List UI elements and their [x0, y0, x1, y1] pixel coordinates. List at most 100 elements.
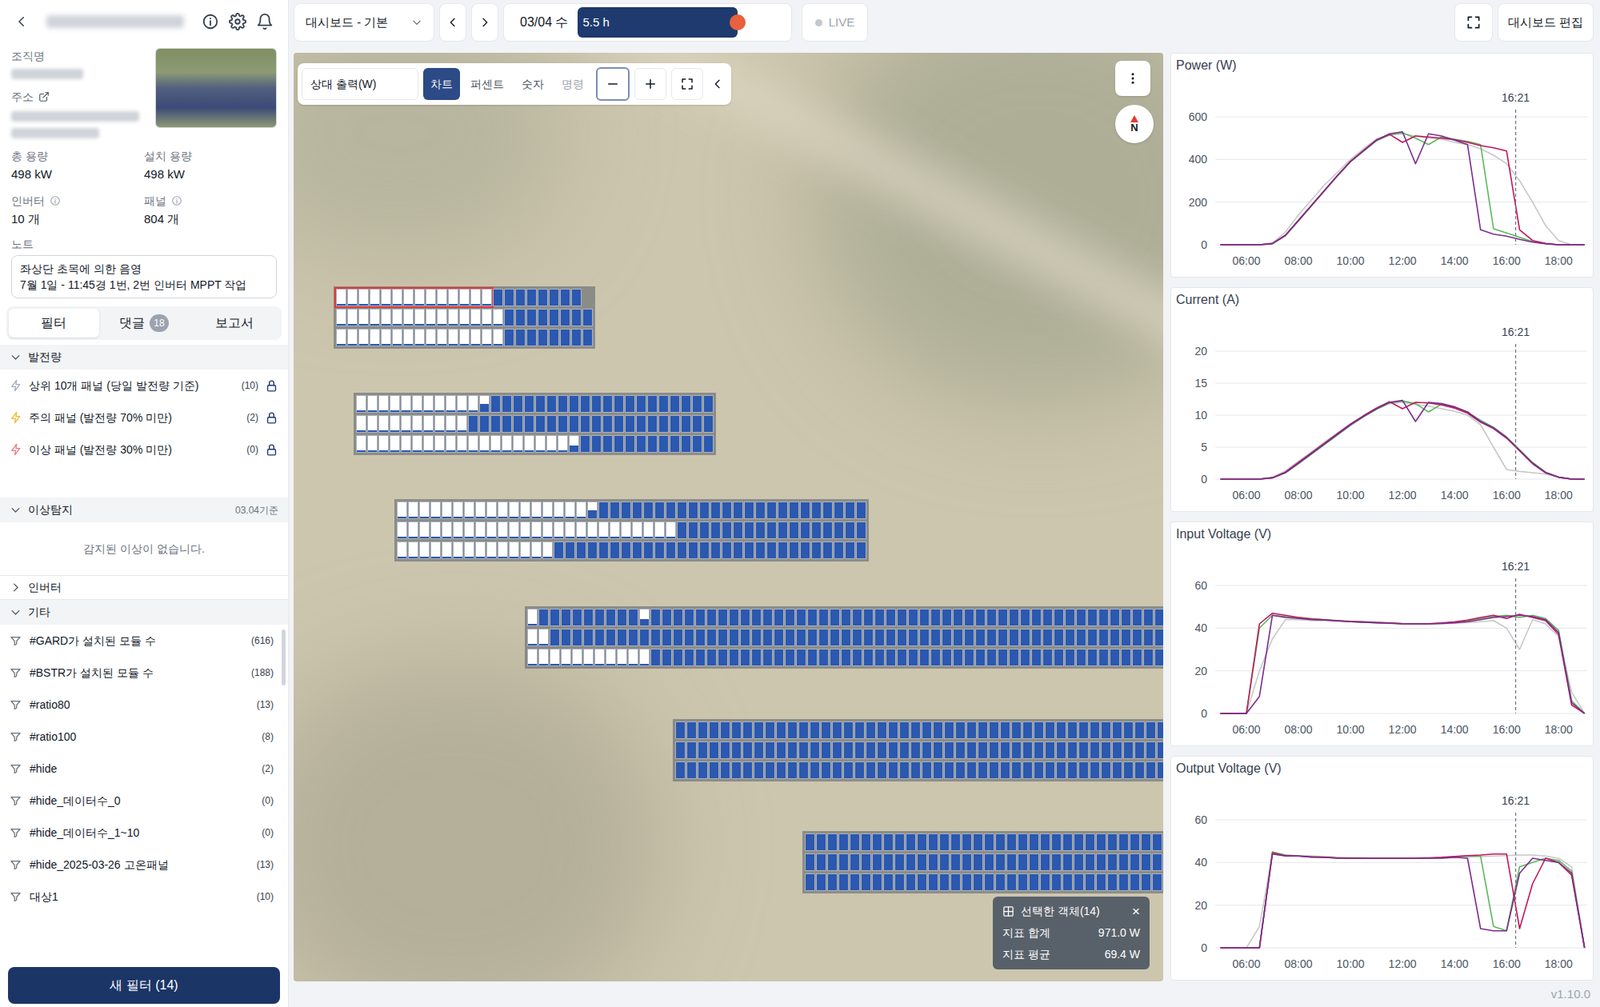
panel-module[interactable]	[580, 395, 591, 413]
panel-module[interactable]	[571, 288, 582, 307]
panel-module[interactable]	[1033, 761, 1044, 780]
panel-segment[interactable]	[396, 501, 587, 520]
panel-module[interactable]	[1123, 721, 1134, 740]
panel-module[interactable]	[833, 541, 844, 560]
panel-module[interactable]	[740, 648, 751, 667]
panel-module[interactable]	[400, 415, 412, 433]
panel-segment[interactable]	[468, 415, 714, 433]
panel-module[interactable]	[833, 501, 844, 520]
panel-module[interactable]	[560, 288, 571, 307]
panel-module[interactable]	[1062, 833, 1073, 852]
panel-module[interactable]	[628, 628, 639, 647]
panel-module[interactable]	[524, 435, 535, 453]
panel-module[interactable]	[1129, 873, 1140, 892]
panel-module[interactable]	[403, 308, 414, 327]
panel-module[interactable]	[829, 628, 840, 647]
panel-module[interactable]	[564, 501, 576, 520]
panel-module[interactable]	[876, 721, 888, 740]
panel-module[interactable]	[932, 741, 944, 760]
panel-module[interactable]	[1120, 648, 1132, 667]
panel-module[interactable]	[560, 308, 571, 327]
panel-module[interactable]	[367, 415, 378, 433]
panel-module[interactable]	[1084, 853, 1096, 872]
panel-module[interactable]	[777, 521, 788, 540]
scrollbar-thumb[interactable]	[281, 629, 286, 686]
panel-module[interactable]	[1053, 628, 1064, 647]
panel-module[interactable]	[829, 648, 840, 667]
panel-module[interactable]	[753, 741, 764, 760]
panel-module[interactable]	[531, 541, 542, 560]
panel-module[interactable]	[1118, 833, 1129, 852]
panel-module[interactable]	[1028, 873, 1040, 892]
panel-module[interactable]	[356, 395, 367, 413]
panel-module[interactable]	[721, 501, 732, 520]
panel-module[interactable]	[753, 761, 764, 780]
panel-module[interactable]	[468, 395, 479, 413]
panel-module[interactable]	[1112, 761, 1123, 780]
chevron-down-icon[interactable]	[9, 504, 22, 516]
panel-module[interactable]	[796, 608, 807, 627]
panel-module[interactable]	[441, 501, 452, 520]
panel-module[interactable]	[919, 648, 930, 667]
panel-module[interactable]	[874, 628, 885, 647]
panel-module[interactable]	[941, 628, 952, 647]
panel-module[interactable]	[930, 628, 941, 647]
filter-item[interactable]: #hide_2025-03-26 고온패널(13)	[0, 848, 288, 881]
panel-module[interactable]	[916, 873, 928, 892]
panel-module[interactable]	[1000, 741, 1011, 760]
panel-module[interactable]	[720, 721, 731, 740]
panel-module[interactable]	[504, 328, 515, 347]
panel-module[interactable]	[720, 761, 731, 780]
panel-module[interactable]	[616, 628, 628, 647]
panel-module[interactable]	[564, 541, 576, 560]
panel-module[interactable]	[997, 648, 1008, 667]
panel-module[interactable]	[1078, 741, 1089, 760]
panel-module[interactable]	[883, 853, 894, 872]
panel-module[interactable]	[686, 741, 697, 760]
new-filter-button[interactable]: 새 필터 (14)	[8, 967, 280, 1004]
panel-segment[interactable]	[527, 608, 538, 627]
panel-module[interactable]	[1053, 648, 1064, 667]
panel-module[interactable]	[721, 521, 732, 540]
panel-module[interactable]	[470, 288, 481, 307]
panel-module[interactable]	[1123, 741, 1134, 760]
panel-module[interactable]	[1087, 608, 1098, 627]
panel-module[interactable]	[636, 415, 647, 433]
panel-module[interactable]	[1028, 833, 1040, 852]
panel-module[interactable]	[773, 648, 784, 667]
panel-module[interactable]	[408, 521, 419, 540]
bell-icon[interactable]	[256, 12, 274, 31]
panel-module[interactable]	[928, 853, 939, 872]
panel-module[interactable]	[389, 435, 400, 453]
panel-module[interactable]	[1107, 873, 1118, 892]
panel-module[interactable]	[1145, 741, 1156, 760]
panel-module[interactable]	[1044, 741, 1056, 760]
panel-module[interactable]	[538, 648, 549, 667]
panel-module[interactable]	[501, 395, 512, 413]
panel-module[interactable]	[669, 395, 680, 413]
panel-module[interactable]	[583, 628, 594, 647]
panel-module[interactable]	[456, 435, 468, 453]
panel-module[interactable]	[710, 521, 721, 540]
panel-module[interactable]	[1107, 833, 1118, 852]
panel-module[interactable]	[512, 395, 524, 413]
panel-module[interactable]	[654, 501, 665, 520]
panel-module[interactable]	[572, 608, 583, 627]
panel-module[interactable]	[966, 721, 977, 740]
panel-module[interactable]	[811, 521, 822, 540]
panel-module[interactable]	[1087, 648, 1098, 667]
panel-module[interactable]	[905, 853, 916, 872]
panel-module[interactable]	[1100, 761, 1112, 780]
panel-module[interactable]	[470, 308, 481, 327]
panel-module[interactable]	[531, 501, 542, 520]
panel-module[interactable]	[1098, 648, 1109, 667]
panel-module[interactable]	[776, 761, 787, 780]
panel-module[interactable]	[787, 721, 798, 740]
panel-module[interactable]	[412, 415, 423, 433]
panel-module[interactable]	[1152, 873, 1163, 892]
panel-module[interactable]	[984, 833, 995, 852]
filter-item[interactable]: #GARD가 설치된 모듈 수(616)	[0, 624, 288, 657]
panel-module[interactable]	[1112, 721, 1123, 740]
panel-module[interactable]	[852, 608, 863, 627]
panel-segment[interactable]	[587, 501, 598, 520]
